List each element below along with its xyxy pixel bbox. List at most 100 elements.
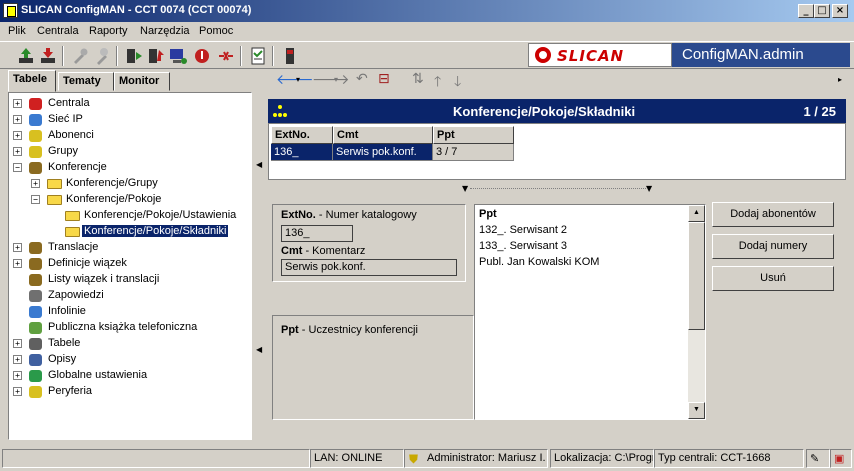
computer-icon[interactable] bbox=[168, 46, 188, 66]
back-arrow-icon[interactable]: 🡐 bbox=[276, 71, 314, 88]
shield-icon: ⛊ bbox=[409, 452, 419, 466]
wrench-icon[interactable] bbox=[70, 46, 90, 66]
slican-logo-text: SLICAN bbox=[557, 47, 625, 65]
stop-icon[interactable] bbox=[192, 46, 212, 66]
table-row-ppt[interactable]: 3 / 7 bbox=[433, 144, 514, 161]
menu-plik[interactable]: Plik bbox=[8, 25, 26, 37]
menu-narzedzia[interactable]: Narzędzia bbox=[140, 25, 190, 37]
tree-item-label: Definicje wiązek bbox=[48, 257, 127, 269]
forward-arrow-icon[interactable]: 🡒 bbox=[312, 71, 350, 88]
expand-icon[interactable]: + bbox=[13, 115, 22, 124]
expand-icon[interactable]: + bbox=[13, 259, 22, 268]
status-user: ⛊ Administrator: Mariusz I. bbox=[404, 449, 548, 468]
disconnect-icon[interactable] bbox=[216, 46, 236, 66]
tree-item-label: Konferencje/Pokoje bbox=[66, 193, 162, 205]
expand-icon[interactable]: + bbox=[13, 339, 22, 348]
folder-icon bbox=[65, 211, 80, 221]
spk-node-icon bbox=[29, 290, 42, 302]
close-button[interactable]: × bbox=[832, 4, 848, 18]
participants-list[interactable]: Ppt 132_. Serwisant 2 133_. Serwisant 3 … bbox=[474, 204, 706, 420]
scroll-down-icon[interactable]: ▼ bbox=[688, 402, 705, 419]
list-item[interactable]: 132_. Serwisant 2 bbox=[477, 223, 569, 239]
yellow-node-icon bbox=[29, 146, 42, 158]
tab-tematy[interactable]: Tematy bbox=[58, 72, 114, 91]
sort-icon[interactable]: ⇅ bbox=[412, 71, 424, 87]
table-row-cmt[interactable]: Serwis pok.konf. bbox=[333, 144, 433, 161]
collapse-icon[interactable]: − bbox=[13, 163, 22, 172]
splitter-arrow-icon[interactable]: ◀ bbox=[256, 160, 262, 169]
device-green-icon[interactable] bbox=[124, 46, 144, 66]
splitter-arrow-icon[interactable]: ◀ bbox=[256, 345, 262, 354]
table-title: Konferencje/Pokoje/Składniki bbox=[453, 104, 636, 119]
globe-node-icon bbox=[29, 370, 42, 382]
net-node-icon bbox=[29, 242, 42, 254]
expand-icon[interactable]: + bbox=[13, 147, 22, 156]
conference-icon bbox=[273, 105, 287, 117]
status-empty bbox=[2, 449, 310, 468]
download-icon[interactable] bbox=[38, 46, 58, 66]
device-red-icon[interactable] bbox=[146, 46, 166, 66]
move-down-icon[interactable]: 🡓 bbox=[454, 71, 461, 95]
scroll-up-icon[interactable]: ▲ bbox=[688, 205, 705, 222]
table-node-icon bbox=[29, 338, 42, 350]
upload-icon[interactable] bbox=[16, 46, 36, 66]
tab-tabele[interactable]: Tabele bbox=[8, 70, 56, 92]
splitter-down-icon[interactable]: ▼ bbox=[462, 184, 468, 193]
folder-icon bbox=[47, 195, 62, 205]
expand-icon[interactable]: + bbox=[13, 355, 22, 364]
delete-record-icon[interactable]: ⊟ bbox=[378, 71, 390, 87]
maximize-button[interactable]: □ bbox=[814, 4, 830, 18]
edit-mode-icon[interactable]: ✎ bbox=[806, 449, 830, 468]
list-item[interactable]: Publ. Jan Kowalski KOM bbox=[477, 255, 601, 271]
extno-field[interactable]: 136_ bbox=[281, 225, 353, 242]
list-item[interactable]: 133_. Serwisant 3 bbox=[477, 239, 569, 255]
back-dropdown-icon[interactable]: ▾ bbox=[296, 75, 300, 84]
tree-item-label: Publiczna książka telefoniczna bbox=[48, 321, 198, 333]
tree-item-label: Listy wiązek i translacji bbox=[48, 273, 160, 285]
column-header-extno[interactable]: ExtNo. bbox=[271, 126, 333, 144]
forward-dropdown-icon[interactable]: ▾ bbox=[334, 75, 338, 84]
navigation-tree[interactable]: + Centrala + Sieć IP + Abonenci + Grupy − Konfere… bbox=[8, 92, 252, 440]
title-bar: SLICAN ConfigMAN - CCT 0074 (CCT 00074) … bbox=[0, 0, 854, 22]
tools-icon[interactable] bbox=[92, 46, 112, 66]
status-location: Lokalizacja: C:\Progr bbox=[550, 449, 654, 468]
remove-button[interactable]: Usuń bbox=[712, 266, 834, 291]
undo-icon[interactable]: ↶ bbox=[356, 71, 368, 87]
toolbar-overflow-icon[interactable]: ▸ bbox=[838, 75, 842, 84]
cmt-label: Cmt bbox=[281, 245, 303, 257]
net-node-icon bbox=[29, 274, 42, 286]
status-central-type: Typ centrali: CCT-1668 bbox=[654, 449, 804, 468]
collapse-icon[interactable]: − bbox=[31, 195, 40, 204]
expand-icon[interactable]: + bbox=[13, 387, 22, 396]
abc-node-icon bbox=[29, 354, 42, 366]
column-header-ppt[interactable]: Ppt bbox=[433, 126, 514, 144]
phone-icon[interactable] bbox=[280, 46, 300, 66]
expand-icon[interactable]: + bbox=[13, 99, 22, 108]
table-row-extno[interactable]: 136_ bbox=[271, 144, 333, 161]
tree-item-label: Konferencje/Pokoje/Składniki bbox=[80, 224, 230, 238]
expand-icon[interactable]: + bbox=[31, 179, 40, 188]
move-up-icon[interactable]: 🡑 bbox=[434, 71, 441, 95]
menu-pomoc[interactable]: Pomoc bbox=[199, 25, 233, 37]
expand-icon[interactable]: + bbox=[13, 131, 22, 140]
device-status-icon[interactable]: ▣ bbox=[830, 449, 852, 468]
expand-icon[interactable]: + bbox=[13, 243, 22, 252]
tree-item-label: Konferencje/Pokoje/Ustawienia bbox=[84, 209, 237, 221]
add-subscribers-button[interactable]: Dodaj abonentów bbox=[712, 202, 834, 227]
minimize-button[interactable]: _ bbox=[798, 4, 814, 18]
report-icon[interactable] bbox=[248, 46, 268, 66]
column-header-cmt[interactable]: Cmt bbox=[333, 126, 433, 144]
splitter-down-icon[interactable]: ▼ bbox=[646, 184, 652, 193]
extno-description: - Numer katalogowy bbox=[315, 209, 417, 221]
add-numbers-button[interactable]: Dodaj numery bbox=[712, 234, 834, 259]
expand-icon[interactable]: + bbox=[13, 371, 22, 380]
product-name: ConfigMAN.admin bbox=[672, 43, 850, 67]
records-grid[interactable]: ExtNo. Cmt Ppt 136_ Serwis pok.konf. 3 /… bbox=[268, 123, 846, 180]
participants-scrollbar[interactable]: ▲ ▼ bbox=[688, 205, 705, 419]
tab-monitor[interactable]: Monitor bbox=[114, 72, 170, 91]
menu-raporty[interactable]: Raporty bbox=[89, 25, 128, 37]
menu-centrala[interactable]: Centrala bbox=[37, 25, 79, 37]
app-icon[interactable] bbox=[3, 3, 18, 18]
cmt-field[interactable]: Serwis pok.konf. bbox=[281, 259, 457, 276]
scroll-thumb[interactable] bbox=[688, 222, 705, 330]
